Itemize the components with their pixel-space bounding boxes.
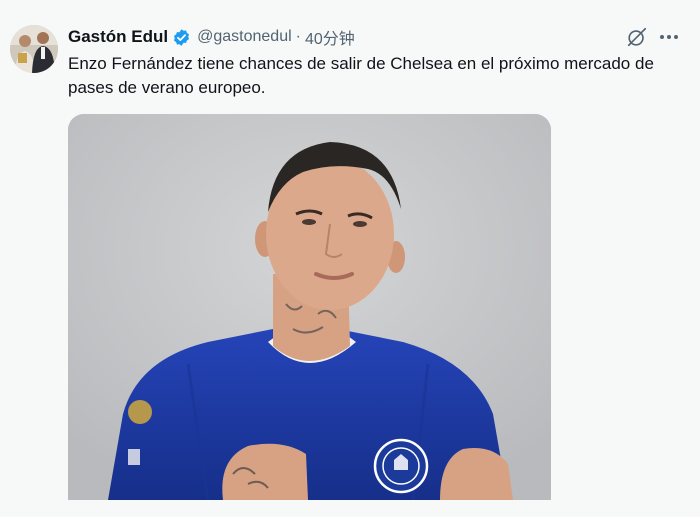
- tweet-text: Enzo Fernández tiene chances de salir de…: [68, 54, 654, 97]
- separator-dot: ·: [295, 28, 301, 45]
- more-options-icon[interactable]: [658, 27, 680, 47]
- grok-icon[interactable]: [626, 26, 648, 48]
- avatar-photo: [10, 25, 58, 73]
- player-photo: [68, 114, 551, 500]
- verified-badge-icon: [172, 28, 191, 47]
- tweet-card[interactable]: Gastón Edul @gastonedul · 40分钟 Enzo Fern…: [0, 0, 700, 517]
- author-avatar[interactable]: [10, 25, 58, 73]
- author-handle[interactable]: @gastonedul: [197, 28, 292, 46]
- author-name[interactable]: Gastón Edul: [68, 27, 168, 47]
- tweet-header: Gastón Edul @gastonedul · 40分钟: [68, 26, 355, 48]
- tweet-timestamp[interactable]: 40分钟: [305, 25, 355, 49]
- tweet-media-photo[interactable]: [68, 114, 551, 500]
